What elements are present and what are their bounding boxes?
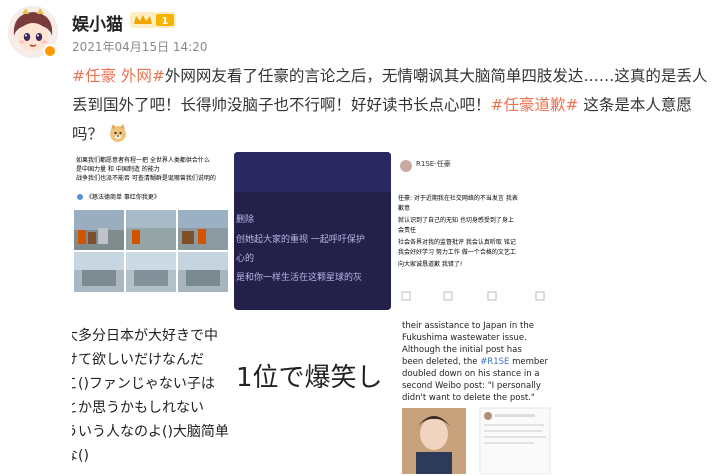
post-image-3[interactable]: R1SE-任豪 任豪: 对于近期我在社交网络的不当发言 我表 歉意 就认识到了自…	[396, 152, 553, 310]
thumb-text-line: 任豪: 对于近期我在社交网络的不当发言 我表	[398, 194, 518, 202]
thumb-text-line: 我会好好学习 努力工作 做一个合格的文艺工	[398, 248, 516, 256]
thumb-text-line: 如果我们都愿意者有程一把 全世界人类都供合什么	[76, 156, 210, 164]
thumb-text-line: けて欲しいだけなんだ	[72, 352, 204, 368]
thumb-text-line: didn't want to delete the post."	[402, 393, 535, 403]
thumb-text-fragment: member	[509, 357, 548, 367]
thumb-text-line: こ()ファンじゃない子は	[72, 376, 215, 392]
screenshot-thumbnail: 如果我们都愿意者有程一把 全世界人类都供合什么 是中国力量 和 中国制造 的能力…	[72, 152, 229, 310]
thumb-text-line: 向大家诚恳道歉 我错了!	[398, 260, 462, 268]
post-image-2[interactable]: 删除 创她起大家的重视 一起呼吁保护 心的 是和你一样生活在这颗星球的灰	[234, 152, 391, 310]
hashtag-link[interactable]: #任豪 外网#	[72, 67, 165, 85]
thumb-text-line: 歉意	[398, 204, 410, 212]
post-image-5[interactable]: 1位で爆笑し	[234, 316, 391, 474]
thumb-text-line: 社会各界对我的监督批评 我会认真听取 铭记	[398, 238, 516, 246]
thumb-text-line: とか思うかもしれない	[72, 400, 204, 416]
dark-screenshot-thumbnail: 删除 创她起大家的重视 一起呼吁保护 心的 是和你一样生活在这颗星球的灰	[234, 152, 391, 310]
thumb-text-line: な()	[72, 448, 89, 464]
thumb-text-line: 会责任	[398, 226, 416, 234]
svg-text:been deleted, the #R1SE member: been deleted, the #R1SE member	[402, 357, 549, 367]
thumb-hashtag: #R1SE	[480, 357, 509, 367]
person-photo	[402, 408, 466, 474]
verified-badge-icon	[43, 44, 57, 58]
thumb-text-line: second Weibo post: "I personally	[402, 381, 541, 391]
thumb-text-line: 心的	[236, 252, 254, 264]
hashtag-link[interactable]: #任豪道歉#	[491, 96, 579, 114]
post-timestamp[interactable]: 2021年04月15日 14:20	[72, 38, 207, 55]
username[interactable]: 娱小猫	[72, 10, 123, 35]
thumb-text-line: Although the initial post has	[402, 345, 522, 355]
news-screenshot-thumbnail: their assistance to Japan in the Fukushi…	[396, 316, 553, 474]
japanese-text-thumbnail: 大多分日本が大好きで中 けて欲しいだけなんだ こ()ファンじゃない子は とか思う…	[72, 316, 229, 474]
thumb-text-line: their assistance to Japan in the	[402, 321, 534, 331]
post-image-6[interactable]: their assistance to Japan in the Fukushi…	[396, 316, 553, 474]
vip-level-badge-icon[interactable]: 1	[130, 11, 178, 29]
thumb-text-line: Fukushima wastewater issue.	[402, 333, 527, 343]
thumb-text-line: 删除	[236, 213, 254, 225]
thumb-caption: 《慈法德商单 事红你我更》	[86, 193, 160, 201]
statement-screenshot-thumbnail: R1SE-任豪 任豪: 对于近期我在社交网络的不当发言 我表 歉意 就认识到了自…	[396, 152, 553, 310]
thumb-text-line: 是和你一样生活在这颗星球的灰	[236, 271, 362, 283]
thumb-text-fragment: been deleted, the	[402, 357, 480, 367]
thumb-text-line: doubled down on his stance in a	[402, 369, 540, 379]
vip-level-text: 1	[162, 16, 169, 27]
thumb-text-line: 1位で爆笑し	[236, 363, 383, 393]
thumb-text-line: 大多分日本が大好きで中	[72, 327, 218, 344]
post-image-4[interactable]: 大多分日本が大好きで中 けて欲しいだけなんだ こ()ファンじゃない子は とか思う…	[72, 316, 229, 474]
large-text-thumbnail: 1位で爆笑し	[234, 316, 391, 474]
thumb-text-line: 就认识到了自己的无知 也切身感受到了身上	[398, 216, 514, 224]
thumb-text-line: 战争我们也派不能否 可查清糊群是诞哪曾我们说明的	[76, 174, 216, 182]
post-image-1[interactable]: 如果我们都愿意者有程一把 全世界人类都供合什么 是中国力量 和 中国制造 的能力…	[72, 152, 229, 310]
post-body: #任豪 外网#外网网友看了任豪的言论之后，无情嘲讽其大脑简单四肢发达……这真的是…	[72, 62, 720, 149]
doge-emoji-icon	[109, 124, 126, 142]
thumb-text-line: 创她起大家的重视 一起呼吁保护	[236, 233, 365, 245]
thumb-account-name: R1SE-任豪	[416, 159, 451, 168]
thumb-text-line: 是中国力量 和 中国制造 的能力	[76, 165, 160, 173]
thumb-text-line: ういう人なのよ()大脑简单	[72, 423, 229, 440]
